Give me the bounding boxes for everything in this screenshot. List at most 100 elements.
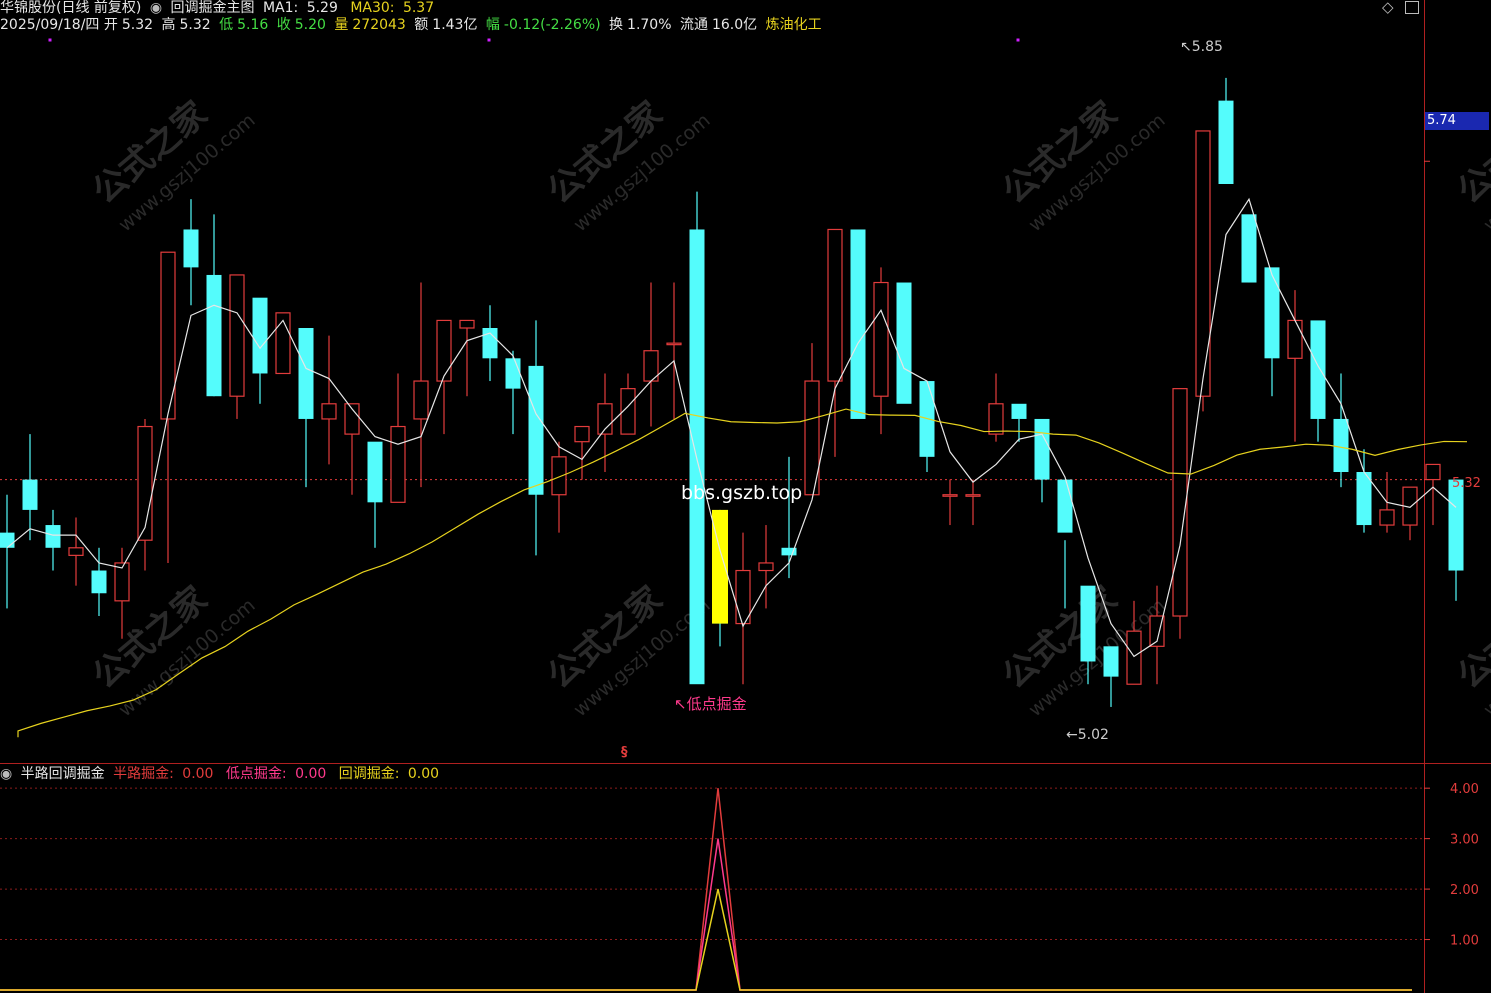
candle bbox=[827, 228, 843, 457]
candle bbox=[1218, 77, 1234, 184]
indicator-tick-label: 3.00 bbox=[1450, 833, 1479, 848]
candle-body bbox=[965, 494, 981, 497]
candle bbox=[551, 441, 567, 533]
candle bbox=[597, 373, 613, 472]
candle-body bbox=[1287, 319, 1303, 359]
candle-body bbox=[850, 229, 866, 419]
candle bbox=[643, 282, 659, 427]
candle-body bbox=[1356, 472, 1372, 526]
bottom-marker: § bbox=[621, 745, 628, 760]
candle bbox=[1287, 290, 1303, 442]
candle bbox=[91, 547, 107, 616]
candle-body bbox=[528, 365, 544, 495]
indicator-series-line bbox=[0, 838, 1412, 991]
candle-body bbox=[505, 358, 521, 389]
candle-body bbox=[183, 229, 199, 268]
candle bbox=[68, 517, 84, 586]
candle-body bbox=[1080, 585, 1096, 662]
candle-body bbox=[252, 297, 268, 374]
candle-body bbox=[137, 425, 153, 541]
watermark: 公式之家www.gszj100.com bbox=[85, 579, 259, 721]
candle bbox=[666, 282, 682, 419]
candle bbox=[459, 319, 475, 397]
candle-body bbox=[45, 525, 61, 548]
ma1-line bbox=[6, 197, 1457, 658]
candle-body bbox=[1448, 479, 1464, 571]
candle bbox=[896, 282, 912, 404]
candle-body bbox=[1425, 463, 1441, 481]
candle bbox=[1310, 320, 1326, 442]
signal-label-text: 低点掘金 bbox=[686, 695, 747, 713]
candle-body bbox=[1264, 267, 1280, 359]
candle-body bbox=[1379, 509, 1395, 526]
watermark: 公式之家www.gszj100.com bbox=[995, 94, 1169, 236]
candle bbox=[850, 229, 866, 419]
candle bbox=[183, 199, 199, 306]
candle-body bbox=[367, 441, 383, 503]
candle-body bbox=[666, 342, 682, 346]
candle-body bbox=[390, 425, 406, 503]
high-marker: ↖5.85 bbox=[1180, 39, 1223, 55]
candle-body bbox=[551, 456, 567, 496]
candle bbox=[137, 418, 153, 571]
candle bbox=[942, 479, 958, 526]
candle bbox=[1011, 403, 1027, 442]
candle bbox=[367, 441, 383, 548]
candle-body bbox=[896, 282, 912, 404]
candle bbox=[919, 381, 935, 472]
candle bbox=[620, 373, 636, 435]
candle-body bbox=[114, 562, 130, 602]
candle-body bbox=[321, 403, 337, 420]
candle-body bbox=[1172, 388, 1188, 617]
watermark: 公式之家www.gszj100.com bbox=[1450, 94, 1491, 236]
candle bbox=[1333, 373, 1349, 488]
candle-body bbox=[413, 380, 429, 420]
watermark: 公式之家www.gszj100.com bbox=[540, 94, 714, 236]
candle bbox=[482, 305, 498, 382]
candle-body bbox=[735, 569, 751, 625]
candle-body bbox=[1034, 418, 1050, 480]
candle-body bbox=[22, 479, 38, 510]
watermark: 公式之家www.gszj100.com bbox=[85, 94, 259, 236]
candle bbox=[0, 494, 15, 609]
candle bbox=[965, 479, 981, 526]
candle bbox=[1241, 214, 1257, 283]
period-marker-dot bbox=[487, 38, 491, 42]
candle-body bbox=[436, 319, 452, 382]
candle-body bbox=[1126, 630, 1142, 685]
candle bbox=[390, 373, 406, 503]
candle-body bbox=[91, 570, 107, 594]
period-marker-dot bbox=[48, 38, 52, 42]
indicator-tick-label: 2.00 bbox=[1450, 883, 1479, 898]
candle bbox=[873, 267, 889, 435]
candle bbox=[1034, 418, 1050, 503]
candle-body bbox=[459, 319, 475, 329]
low-marker-value: 5.02 bbox=[1077, 727, 1109, 743]
candle bbox=[505, 350, 521, 435]
candle-body bbox=[988, 403, 1004, 435]
high-marker-value: 5.85 bbox=[1191, 39, 1223, 55]
candle bbox=[45, 509, 61, 571]
candle bbox=[1448, 479, 1464, 601]
candle bbox=[1264, 267, 1280, 397]
site-text: bbs.gszb.top bbox=[681, 482, 803, 504]
candle bbox=[528, 320, 544, 556]
candle-body bbox=[827, 228, 843, 382]
candle bbox=[1425, 463, 1441, 526]
current-price-tag: 5.74 bbox=[1425, 112, 1489, 130]
candle bbox=[1356, 449, 1372, 533]
candle bbox=[114, 547, 130, 639]
candle bbox=[298, 328, 314, 488]
candle-body bbox=[0, 532, 15, 548]
candle-body bbox=[942, 494, 958, 497]
candle bbox=[781, 456, 797, 579]
candle bbox=[413, 282, 429, 488]
candle-body bbox=[68, 547, 84, 556]
candle-body bbox=[574, 425, 590, 443]
candle-body bbox=[758, 562, 774, 572]
low-marker: ←5.02 bbox=[1066, 727, 1109, 743]
candle bbox=[1195, 130, 1211, 412]
candle bbox=[160, 251, 176, 563]
candle-body bbox=[298, 328, 314, 419]
candle bbox=[275, 312, 291, 375]
